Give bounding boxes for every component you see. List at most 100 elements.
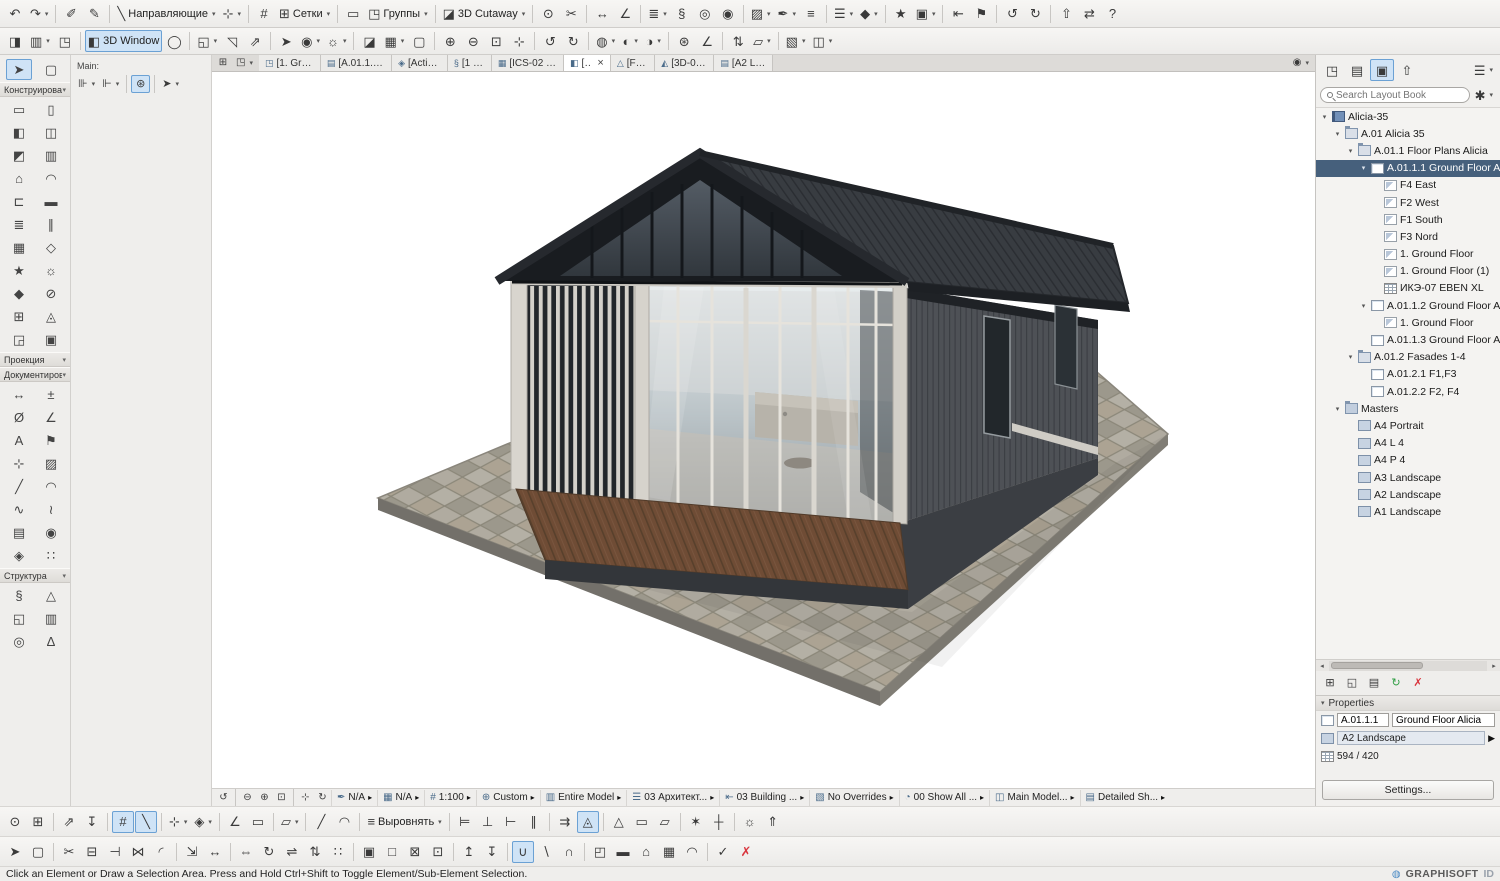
settings-button[interactable]: Settings... (1322, 780, 1494, 800)
show-as-icon[interactable]: ◨ (4, 30, 26, 52)
help-icon[interactable]: ? (1101, 3, 1123, 25)
expand-arrow-icon[interactable]: ▾ (1346, 353, 1355, 361)
multiply-icon[interactable]: ∷ (327, 841, 349, 863)
tab-action-center[interactable]: ◈[Action Center] (392, 55, 448, 71)
perspective-icon[interactable]: ◹ (221, 30, 243, 52)
change-tool[interactable]: Δ (38, 631, 64, 652)
roof-tool[interactable]: ⌂ (6, 168, 32, 189)
snap-reference-icon[interactable]: ◈ ▾ (191, 811, 215, 833)
tree-item-a-01-1-3-ground-floor-alicia-b-w[interactable]: A.01.1.3 Ground Floor Alicia b/w (1316, 331, 1500, 348)
tree-item-f2-west[interactable]: F2 West (1316, 194, 1500, 211)
solid-intersect-icon[interactable]: ∩ (558, 841, 580, 863)
section-tool[interactable]: § (6, 585, 32, 606)
zoom-next-icon[interactable]: ↻ (1024, 3, 1046, 25)
construction-lines-icon[interactable]: ┼ (708, 811, 730, 833)
line-tool[interactable]: ╱ (6, 476, 32, 497)
expand-arrow-icon[interactable]: ▾ (1333, 405, 1342, 413)
camera-path-icon[interactable]: ◉ (717, 3, 739, 25)
arc-tool[interactable]: ◠ (38, 476, 64, 497)
3d-window-button[interactable]: ◧ 3D Window (84, 30, 163, 52)
tree-item-икэ-07-eben-xl[interactable]: ИКЭ-07 EBEN XL (1316, 280, 1500, 297)
organizer-icon[interactable]: ◳ (54, 30, 76, 52)
update-icon[interactable]: ↻ (1386, 674, 1406, 692)
tree-item-a-01-2-2-f2-f4[interactable]: A.01.2.2 F2, F4 (1316, 383, 1500, 400)
library-icon[interactable]: ▣ ▾ (913, 3, 939, 25)
tab-3d-01-sanitary[interactable]: ◭[3D-01 Sanitary] (655, 55, 715, 71)
skylight-tool[interactable]: ◩ (6, 145, 32, 166)
detail-tool[interactable]: ◎ (6, 631, 32, 652)
intersect-icon[interactable]: ⋈ (127, 841, 149, 863)
expand-arrow-icon[interactable]: ▾ (1346, 147, 1355, 155)
marquee-tool[interactable]: ▢ (38, 59, 64, 80)
shell-3d-icon[interactable]: ◠ (681, 841, 703, 863)
slab-3d-icon[interactable]: ▬ (612, 841, 634, 863)
orbit-icon[interactable]: ↻ (314, 790, 331, 805)
mesh-tool[interactable]: ▦ (6, 237, 32, 258)
tree-item-a2-landscape[interactable]: A2 Landscape (1316, 486, 1500, 503)
trim-icon[interactable]: ✂ (58, 841, 80, 863)
align-center-icon[interactable]: ⊥ (477, 811, 499, 833)
expand-arrow-icon[interactable]: ▾ (1359, 302, 1368, 310)
level-dimension-tool[interactable]: ± (38, 384, 64, 405)
delete-element-icon[interactable]: ✗ (735, 841, 757, 863)
fill-display-icon[interactable]: ▨ ▾ (748, 3, 774, 25)
marquee-restrict-icon[interactable]: ⊙ (537, 3, 559, 25)
tab-f1-south[interactable]: △[F1 South] (610, 55, 656, 71)
roof-3d-icon[interactable]: ⌂ (635, 841, 657, 863)
tracker-icon[interactable]: ▭ (247, 811, 269, 833)
panels-icon[interactable]: ▥ ▾ (27, 30, 53, 52)
slab-tool[interactable]: ▬ (38, 191, 64, 212)
tree-item-a-01-1-2-ground-floor-alicia[interactable]: ▾ A.01.1.2 Ground Floor Alicia (1316, 297, 1500, 314)
pop-up-navigator-icon[interactable]: ◳ ▾ (233, 56, 256, 70)
tab-1-ground-floor[interactable]: ◳[1. Ground Floor] (258, 55, 321, 71)
origin-icon[interactable]: ⊙ (4, 811, 26, 833)
detail-marker-icon[interactable]: ◎ (694, 3, 716, 25)
align-button[interactable]: ≡ Выровнять ▾ (364, 811, 444, 833)
tree-item-a-01-1-1-ground-floor-alicia[interactable]: ▾ A.01.1.1 Ground Floor Alicia (1316, 159, 1500, 177)
groups-button[interactable]: ◳ Группы ▾ (365, 3, 430, 25)
layer-combination-chip[interactable]: ☰ 03 Архитект... ▸ (626, 789, 719, 806)
expand-arrow-icon[interactable]: ▾ (1333, 130, 1342, 138)
tree-item-1-ground-floor-1[interactable]: 1. Ground Floor (1) (1316, 263, 1500, 280)
layout-id-field[interactable] (1337, 713, 1389, 727)
elevate-icon[interactable]: ⇅ (304, 841, 326, 863)
mesh-3d-icon[interactable]: ▦ (658, 841, 680, 863)
toolbox-section-структура[interactable]: Структура ▾ (0, 568, 70, 583)
close-tab-icon[interactable]: × (597, 57, 603, 69)
default-cursor-icon[interactable]: ➤ ▾ (159, 75, 182, 93)
window-tool[interactable]: ◫ (38, 122, 64, 143)
hotspot-tool[interactable]: ⊹ (6, 453, 32, 474)
toolbox-section-конструирование[interactable]: Конструирование▾ (0, 82, 70, 97)
snap-points-icon[interactable]: ⊹ ▾ (166, 811, 190, 833)
bring-forward-icon[interactable]: ↥ (458, 841, 480, 863)
info-box-icon[interactable]: ⊩ ▾ (99, 75, 122, 93)
perspective-circle-icon[interactable]: ◯ (163, 30, 185, 52)
snap-elevation-icon[interactable]: ⇅ (727, 30, 749, 52)
zoom-out-icon[interactable]: ⊖ (462, 30, 484, 52)
sun-settings-icon[interactable]: ☼ ▾ (324, 30, 349, 52)
cutaway-button[interactable]: ◪ 3D Cutaway ▾ (440, 3, 529, 25)
north-icon[interactable]: ⇑ (762, 811, 784, 833)
navigator-options-icon[interactable]: ☰ ▾ (1471, 59, 1496, 81)
split-icon[interactable]: ⊟ (81, 841, 103, 863)
teamwork-icon[interactable]: ⇄ (1078, 3, 1100, 25)
favorites-icon[interactable]: ★ (890, 3, 912, 25)
rotated-rectangle-icon[interactable]: ▱ (654, 811, 676, 833)
tree-item-masters[interactable]: ▾ Masters (1316, 400, 1500, 417)
drawing-tool[interactable]: ▣ (38, 329, 64, 350)
next-view-icon[interactable]: ↻ (562, 30, 584, 52)
send-backward-icon[interactable]: ↧ (481, 841, 503, 863)
structure-display-chip[interactable]: ◫ Main Model... ▸ (989, 789, 1080, 806)
morph-tool[interactable]: ◆ (6, 283, 32, 304)
story-settings-icon[interactable]: ≣ ▾ (645, 3, 669, 25)
marker-tool[interactable]: ◈ (6, 545, 32, 566)
coordinates-icon[interactable]: ⊞ (27, 811, 49, 833)
previous-view-icon[interactable]: ↺ (539, 30, 561, 52)
angle-dimension-tool[interactable]: ∠ (38, 407, 64, 428)
railing-tool[interactable]: ∥ (38, 214, 64, 235)
stretch-icon[interactable]: ↔ (204, 841, 226, 863)
layout-name-field[interactable] (1392, 713, 1495, 727)
dimension-style-chip[interactable]: ⇤ 03 Building ... ▸ (719, 789, 809, 806)
pan-icon[interactable]: ⊹ (297, 790, 314, 805)
filter-chip[interactable]: ▥ Entire Model ▸ (539, 789, 627, 806)
